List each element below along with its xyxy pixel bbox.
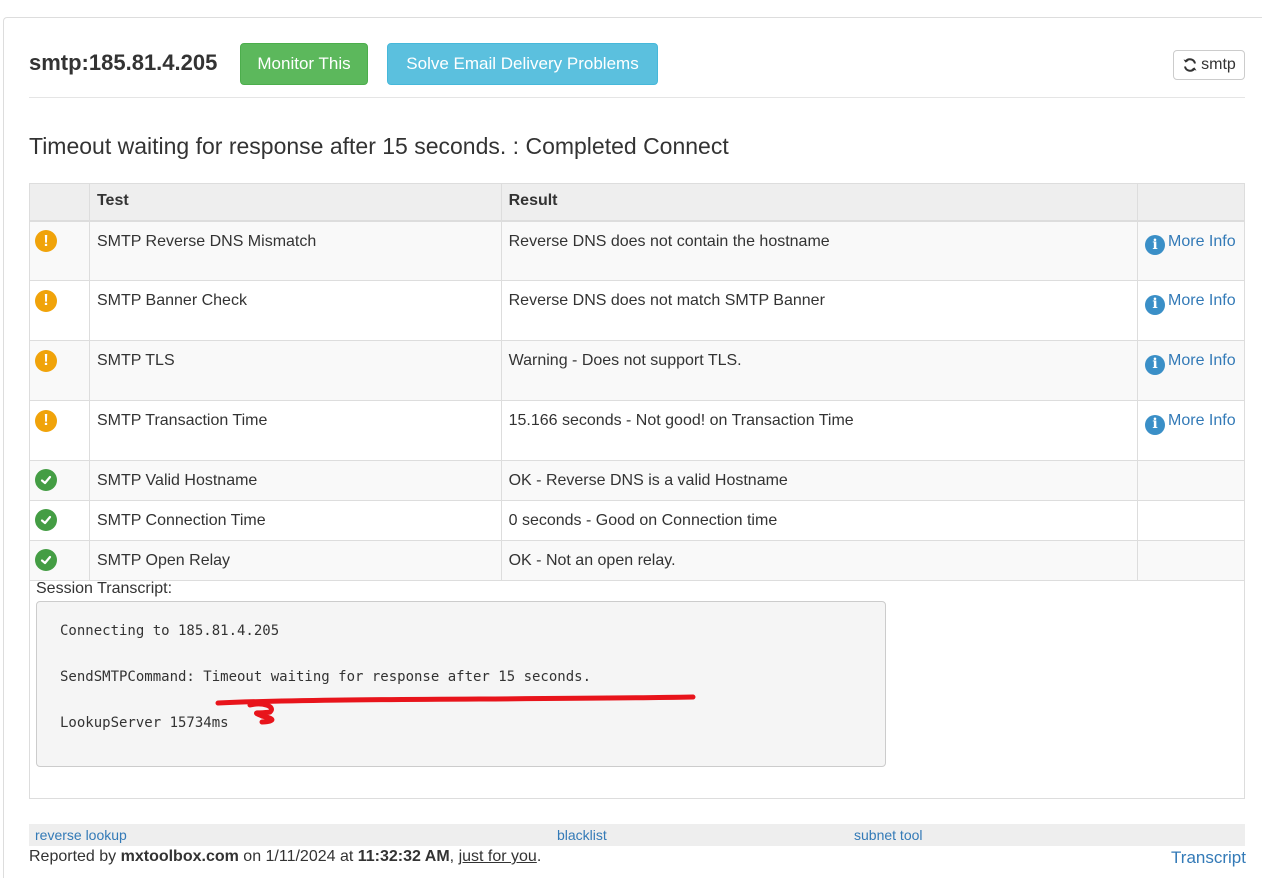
info-icon: i xyxy=(1145,354,1166,375)
column-header-test: Test xyxy=(88,183,502,222)
table-row: ! SMTP Banner Check Reverse DNS does not m… xyxy=(29,280,1245,341)
more-info-label: More Info xyxy=(1168,412,1236,429)
info-icon: i xyxy=(1145,235,1166,255)
more-info-label: More Info xyxy=(1168,352,1236,369)
result-cell: Reverse DNS does not contain the hostnam… xyxy=(500,220,1139,281)
warning-icon: ! xyxy=(35,349,57,372)
header: smtp:185.81.4.205 Monitor This Solve Ema… xyxy=(29,40,1245,98)
table-row: ! SMTP Transaction Time 15.166 seconds - N… xyxy=(29,400,1245,461)
refresh-button-label: smtp xyxy=(1201,56,1236,73)
test-name-cell: SMTP Valid Hostname xyxy=(88,460,502,501)
status-cell: ! xyxy=(29,280,90,341)
session-transcript-text: Connecting to 185.81.4.205 SendSMTPComma… xyxy=(36,601,886,767)
reverse-lookup-link[interactable]: reverse lookup xyxy=(35,827,127,843)
result-cell: 0 seconds - Good on Connection time xyxy=(500,500,1139,541)
more-info-cell: i More Info xyxy=(1137,400,1245,461)
result-cell: Reverse DNS does not match SMTP Banner xyxy=(500,280,1139,341)
test-name-cell: SMTP Connection Time xyxy=(88,500,502,541)
more-info-link[interactable]: i More Info xyxy=(1145,232,1236,255)
reported-time: 11:32:32 AM xyxy=(357,848,450,865)
more-info-label: More Info xyxy=(1168,232,1236,250)
reported-separator: , xyxy=(449,848,459,865)
table-row: SMTP Connection Time 0 seconds - Good on … xyxy=(29,500,1245,541)
test-results-table: Test Result ! SMTP Reverse DNS Mismatch Re… xyxy=(29,183,1245,581)
solve-email-delivery-button[interactable]: Solve Email Delivery Problems xyxy=(387,43,658,85)
more-info-link[interactable]: i More Info xyxy=(1145,292,1236,315)
check-icon xyxy=(35,469,57,491)
monitor-this-button[interactable]: Monitor This xyxy=(240,43,368,85)
reported-end: . xyxy=(536,848,542,865)
test-name-cell: SMTP Transaction Time xyxy=(88,400,502,461)
more-info-link[interactable]: i More Info xyxy=(1145,352,1236,375)
check-icon xyxy=(35,549,57,571)
test-name-cell: SMTP Reverse DNS Mismatch xyxy=(88,220,502,281)
more-info-cell: i More Info xyxy=(1137,340,1245,401)
info-icon: i xyxy=(1145,294,1166,315)
just-for-you-link[interactable]: just for you xyxy=(459,848,537,865)
table-header-row: Test Result xyxy=(29,183,1245,222)
info-icon: i xyxy=(1145,414,1166,435)
table-row: ! SMTP Reverse DNS Mismatch Reverse DNS do… xyxy=(29,220,1245,281)
subnet-tool-link[interactable]: subnet tool xyxy=(854,827,923,843)
test-name-cell: SMTP TLS xyxy=(88,340,502,401)
reported-site: mxtoolbox.com xyxy=(120,848,239,865)
warning-icon: ! xyxy=(35,409,57,432)
result-cell: OK - Reverse DNS is a valid Hostname xyxy=(500,460,1139,501)
more-info-cell: i More Info xyxy=(1137,280,1245,341)
footer-links-bar: reverse lookup blacklist subnet tool xyxy=(29,824,1245,846)
more-info-label: More Info xyxy=(1168,292,1236,309)
warning-icon: ! xyxy=(35,230,57,252)
column-header-info xyxy=(1137,183,1245,222)
refresh-smtp-button[interactable]: smtp xyxy=(1173,50,1245,80)
page-title: smtp:185.81.4.205 xyxy=(29,50,218,75)
more-info-cell xyxy=(1137,500,1245,541)
more-info-link[interactable]: i More Info xyxy=(1145,412,1236,435)
transcript-line: SendSMTPCommand: Timeout waiting for res… xyxy=(60,669,592,685)
transcript-link[interactable]: Transcript xyxy=(1171,848,1246,868)
table-row: ! SMTP TLS Warning - Does not support TLS.… xyxy=(29,340,1245,401)
session-transcript-label: Session Transcript: xyxy=(36,580,173,597)
blacklist-link[interactable]: blacklist xyxy=(557,827,607,843)
warning-icon: ! xyxy=(35,289,57,312)
result-headline: Timeout waiting for response after 15 se… xyxy=(29,133,729,159)
reported-date: on 1/11/2024 at xyxy=(238,848,358,865)
status-cell: ! xyxy=(29,220,90,281)
column-header-status xyxy=(29,183,90,222)
result-cell: 15.166 seconds - Not good! on Transactio… xyxy=(500,400,1139,461)
result-cell: Warning - Does not support TLS. xyxy=(500,340,1139,401)
transcript-line: Connecting to 185.81.4.205 xyxy=(60,623,280,639)
check-icon xyxy=(35,509,57,531)
reported-prefix: Reported by xyxy=(29,848,121,865)
status-cell xyxy=(29,460,90,501)
session-transcript-section: Session Transcript: Connecting to 185.81… xyxy=(29,571,1245,799)
more-info-cell xyxy=(1137,460,1245,501)
reported-by-line: Reported by mxtoolbox.com on 1/11/2024 a… xyxy=(29,848,541,866)
more-info-cell: i More Info xyxy=(1137,220,1245,281)
refresh-icon xyxy=(1183,58,1197,72)
table-row: SMTP Valid Hostname OK - Reverse DNS is a… xyxy=(29,460,1245,501)
status-cell: ! xyxy=(29,340,90,401)
test-name-cell: SMTP Banner Check xyxy=(88,280,502,341)
status-cell: ! xyxy=(29,400,90,461)
transcript-line: LookupServer 15734ms xyxy=(60,715,229,731)
status-cell xyxy=(29,500,90,541)
column-header-result: Result xyxy=(500,183,1139,222)
